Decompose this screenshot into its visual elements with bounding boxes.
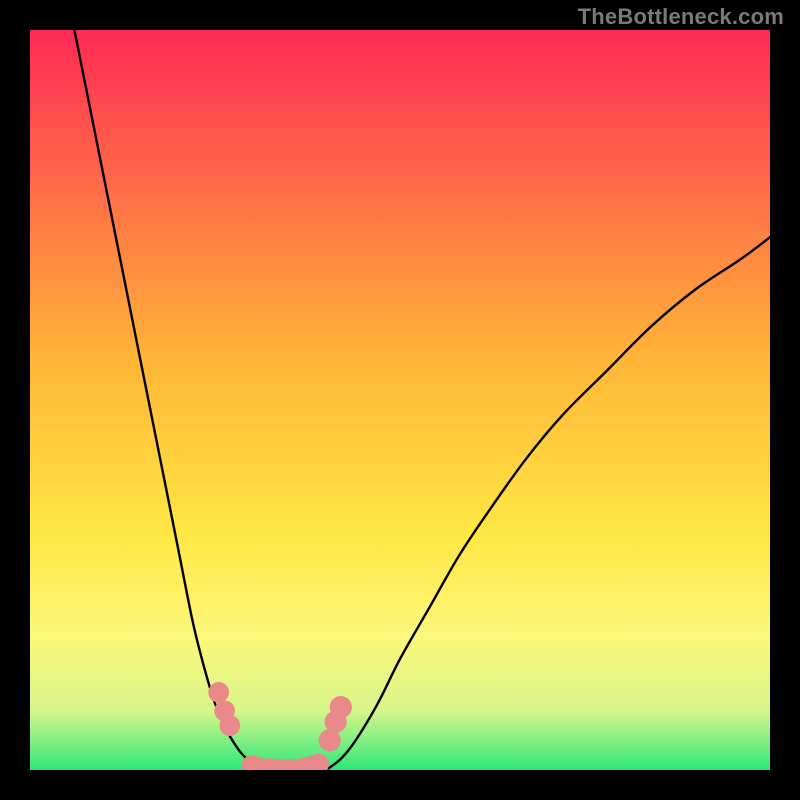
chart-canvas [30,30,770,770]
watermark-text: TheBottleneck.com [578,4,784,30]
chart-frame: TheBottleneck.com [0,0,800,800]
data-marker [219,715,240,736]
data-marker [330,696,352,718]
data-marker [208,682,229,703]
